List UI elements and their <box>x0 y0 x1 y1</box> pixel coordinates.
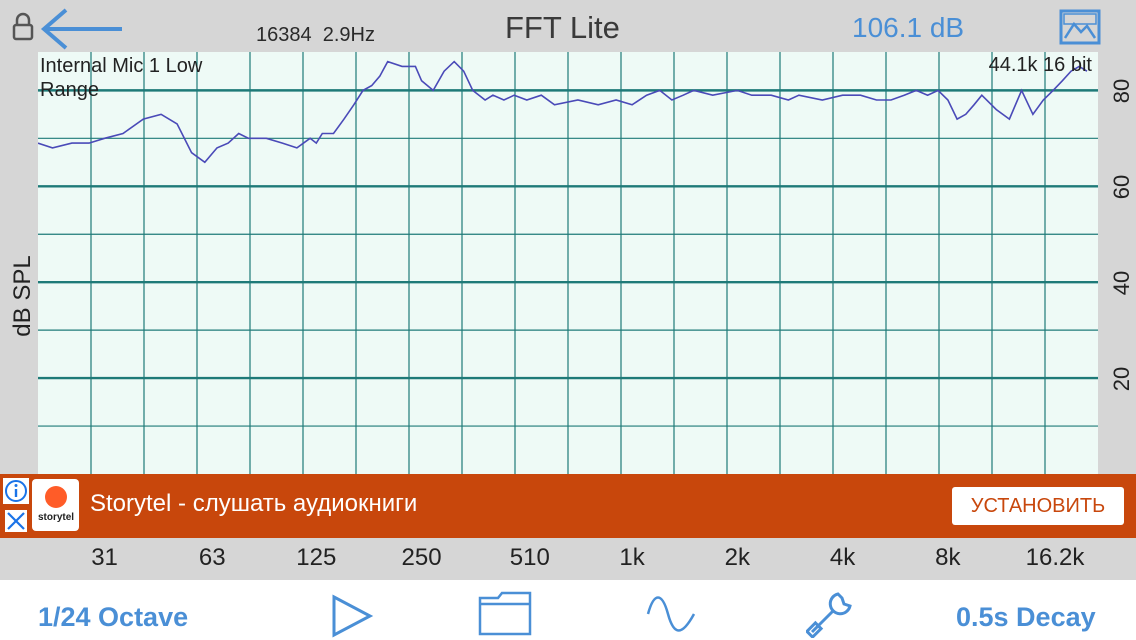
back-arrow-icon[interactable] <box>40 8 124 50</box>
x-axis-bar <box>0 538 1136 580</box>
storytel-logo-text: storytel <box>37 512 75 523</box>
spectrum-chart <box>38 52 1098 474</box>
ad-headline[interactable]: Storytel - слушать аудиокниги <box>90 490 417 518</box>
y-tick-label: 40 <box>1109 270 1134 296</box>
input-label: Internal Mic 1 Low Range <box>40 55 203 101</box>
install-button[interactable]: УСТАНОВИТЬ <box>952 487 1124 525</box>
wrench-icon[interactable] <box>806 588 860 638</box>
x-tick-label: 63 <box>198 544 226 571</box>
x-tick-label: 8k <box>935 544 961 571</box>
image-icon[interactable] <box>1058 8 1102 46</box>
x-tick-label: 2k <box>724 544 751 571</box>
x-tick-label: 4k <box>829 544 856 571</box>
play-icon[interactable] <box>330 594 374 638</box>
lock-icon[interactable] <box>8 10 38 44</box>
storytel-logo[interactable]: storytel <box>32 479 79 531</box>
y-axis-title: dB SPL <box>9 255 36 337</box>
folder-icon[interactable] <box>478 590 532 636</box>
spectrum-plot[interactable]: Internal Mic 1 Low Range 44.1k 16 bit <box>38 52 1098 474</box>
x-tick-label: 16.2k <box>1025 544 1085 571</box>
y-tick-label: 60 <box>1109 175 1134 200</box>
y-tick-label: 80 <box>1109 79 1134 104</box>
fft-size: 16384 <box>256 24 312 46</box>
storytel-logo-mark <box>45 486 67 508</box>
x-tick-label: 125 <box>296 544 337 571</box>
x-tick-label: 31 <box>91 544 118 571</box>
x-tick-label: 250 <box>401 544 442 571</box>
info-icon[interactable] <box>3 478 29 504</box>
level-readout[interactable]: 106.1 dB <box>852 12 964 44</box>
octave-button[interactable]: 1/24 Octave <box>38 602 188 633</box>
sine-wave-icon[interactable] <box>646 596 696 632</box>
x-tick-label: 510 <box>509 544 550 571</box>
x-tick-label: 1k <box>619 544 645 571</box>
frequency-resolution: 2.9Hz <box>322 24 375 46</box>
fft-info: 16384 2.9Hz <box>256 24 375 47</box>
app-title: FFT Lite <box>505 10 620 45</box>
close-icon[interactable] <box>5 510 27 532</box>
y-tick-label: 20 <box>1109 366 1134 392</box>
decay-button[interactable]: 0.5s Decay <box>956 602 1096 633</box>
format-label: 44.1k 16 bit <box>988 54 1092 76</box>
